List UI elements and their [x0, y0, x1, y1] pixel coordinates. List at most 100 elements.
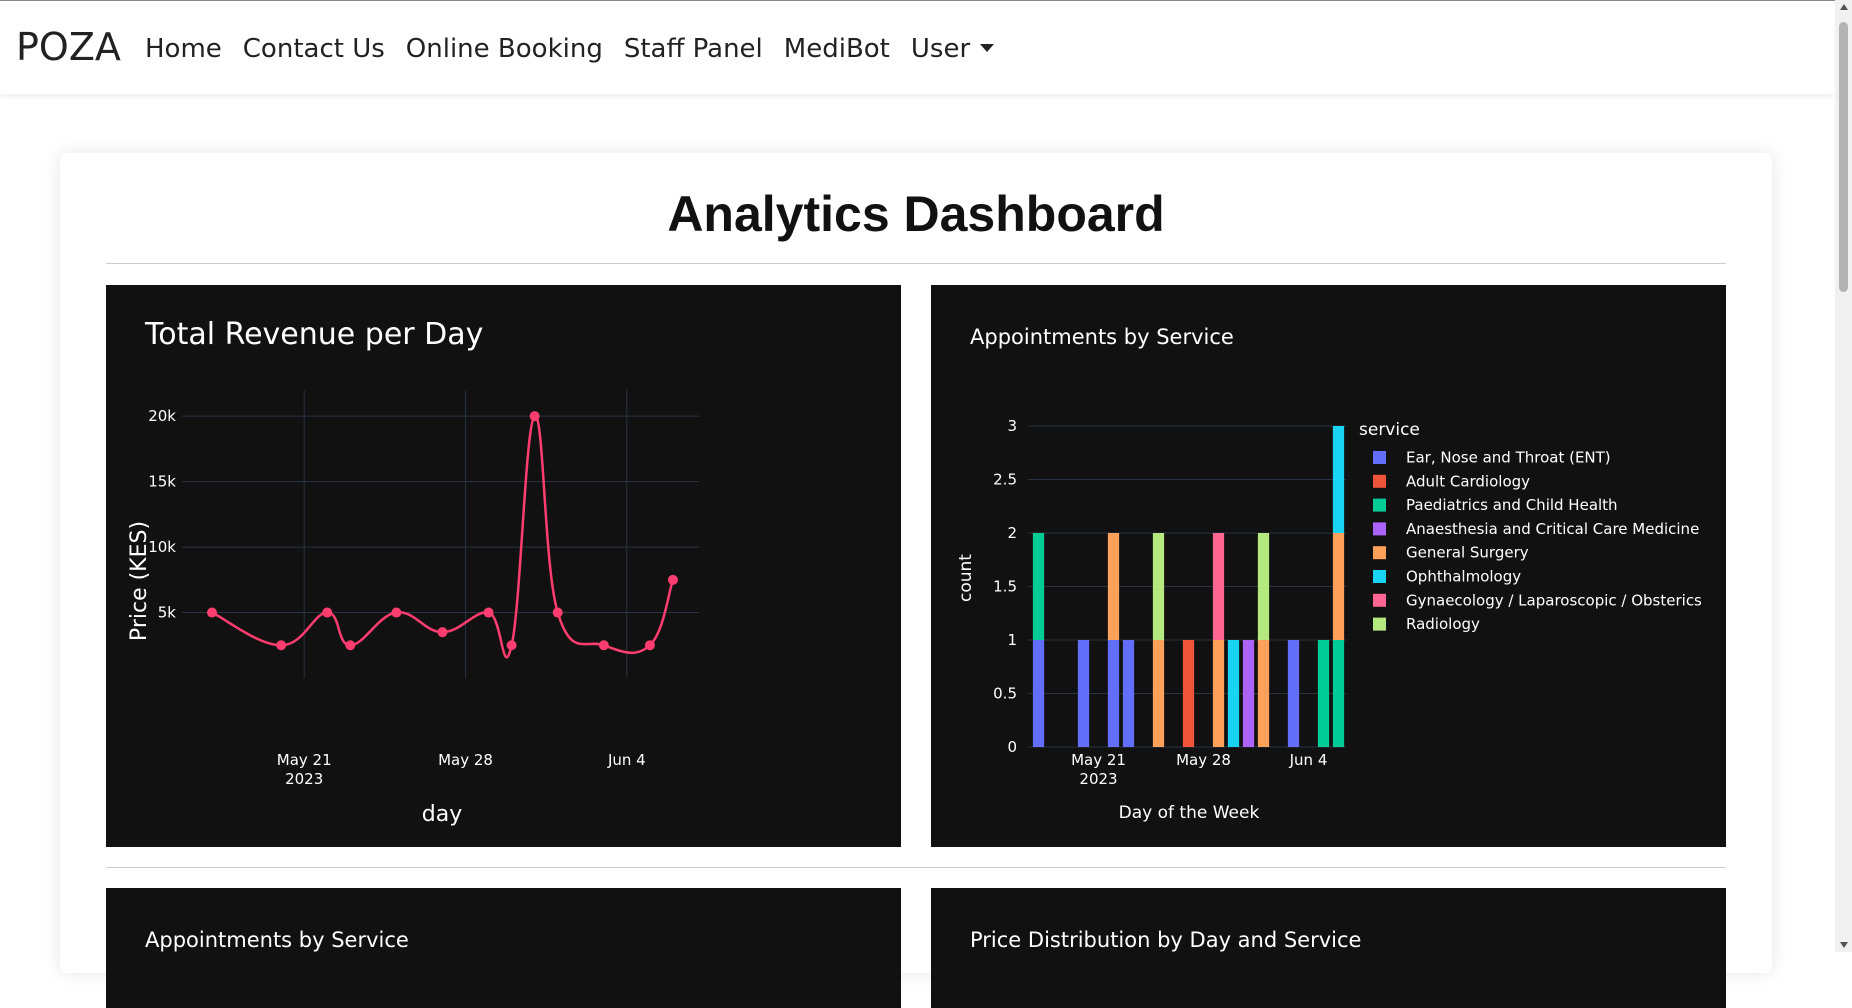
- revenue-data-point: [207, 607, 217, 618]
- page-scrollbar[interactable]: [1835, 0, 1852, 952]
- appointments-bar: [1032, 640, 1045, 747]
- revenue-data-point: [552, 607, 563, 618]
- legend-swatch: [1373, 546, 1386, 560]
- revenue-chart-panel: Total Revenue per Day 5k 10k 15k 20k May 21…: [106, 285, 901, 847]
- legend-entry: Gynaecology / Laparoscopic / Obsterics: [1406, 591, 1702, 609]
- appointments-bar: [1287, 640, 1300, 747]
- legend-swatch: [1373, 451, 1386, 464]
- revenue-data-point: [322, 607, 333, 618]
- appointments-y-tick-label: 2.5: [993, 471, 1017, 489]
- appointments-y-tick-label: 1.5: [993, 578, 1017, 596]
- appointments-bar: [1152, 533, 1165, 640]
- appointments-chart-panel-2: Appointments by Service: [106, 888, 901, 1008]
- appointments-x-tick-label: May 28: [1176, 751, 1231, 769]
- brand-logo[interactable]: POZA: [16, 25, 121, 69]
- nav-link-home[interactable]: Home: [145, 34, 222, 64]
- revenue-y-tick-label: 10k: [148, 538, 176, 556]
- revenue-line: [211, 414, 675, 659]
- appointments-y-tick-label: 1: [1007, 631, 1017, 649]
- revenue-data-point: [598, 640, 609, 651]
- page-title: Analytics Dashboard: [667, 186, 1165, 242]
- legend-swatch: [1373, 522, 1386, 536]
- legend-swatch: [1373, 593, 1386, 607]
- appointments-bar: [1257, 640, 1270, 747]
- nav-link-medibot[interactable]: MediBot: [784, 34, 890, 64]
- revenue-x-tick-label: Jun 4: [607, 751, 646, 769]
- revenue-y-tick-label: 15k: [148, 473, 176, 491]
- legend-swatch: [1373, 570, 1386, 583]
- appointments-bar: [1227, 640, 1240, 747]
- user-dropdown[interactable]: User: [910, 34, 995, 64]
- nav-links: Home Contact Us Online Booking Staff Pan…: [145, 34, 1015, 64]
- revenue-y-axis-label: Price (KES): [127, 521, 152, 641]
- appointments-x-tick-sublabel: 2023: [1079, 770, 1117, 788]
- appointments-y-tick-label: 3: [1007, 417, 1017, 435]
- scroll-up-arrow-icon[interactable]: [1839, 4, 1848, 10]
- revenue-data-point: [529, 411, 540, 422]
- revenue-data-point: [667, 574, 678, 585]
- appointments-y-tick-label: 0: [1007, 738, 1017, 756]
- revenue-x-tick-label: May 21: [277, 751, 332, 769]
- legend-entry: Anaesthesia and Critical Care Medicine: [1406, 520, 1699, 538]
- appointments-y-tick-label: 2: [1007, 524, 1017, 542]
- appointments-bar: [1257, 533, 1270, 640]
- appointments-bar: [1077, 640, 1090, 747]
- revenue-y-tick-label: 5k: [158, 604, 177, 622]
- price-distribution-chart-panel: Price Distribution by Day and Service: [931, 888, 1726, 1008]
- legend-title: service: [1359, 420, 1420, 440]
- legend-entry: General Surgery: [1406, 544, 1529, 562]
- legend-entry: Ear, Nose and Throat (ENT): [1406, 449, 1611, 467]
- appointments-bar: [1212, 533, 1225, 640]
- legend-swatch: [1373, 474, 1386, 488]
- revenue-data-point: [437, 627, 448, 638]
- price-distribution-chart-title: Price Distribution by Day and Service: [970, 928, 1362, 952]
- appointments-bar: [1332, 533, 1345, 640]
- appointments-chart[interactable]: 0 0.5 1 1.5 2 2.5 3 May 212023 May 28 Jun 4 serv…: [931, 285, 1726, 847]
- appointments-bar: [1182, 640, 1195, 747]
- section-divider: [106, 867, 1726, 868]
- dashboard-card: Analytics Dashboard Total Revenue per Da…: [60, 153, 1772, 1008]
- caret-down-icon: [980, 43, 995, 52]
- appointments-y-axis-label: count: [956, 554, 976, 602]
- appointments-x-tick-label: May 21: [1071, 751, 1126, 769]
- appointments-bar: [1242, 640, 1255, 747]
- revenue-data-point: [276, 640, 287, 651]
- nav-link-contact-us[interactable]: Contact Us: [243, 34, 385, 64]
- revenue-data-point: [506, 640, 517, 651]
- legend-entry: Radiology: [1406, 615, 1480, 633]
- appointments-bar: [1122, 640, 1135, 747]
- revenue-chart[interactable]: 5k 10k 15k 20k May 212023 May 28 Jun 4 day Pr…: [106, 285, 901, 847]
- revenue-y-tick-label: 20k: [148, 407, 176, 425]
- nav-link-online-booking[interactable]: Online Booking: [406, 34, 603, 64]
- appointments-chart-2-title: Appointments by Service: [145, 928, 409, 952]
- scrollbar-thumb[interactable]: [1839, 22, 1848, 292]
- nav-link-staff-panel[interactable]: Staff Panel: [624, 34, 763, 64]
- appointments-bar: [1152, 640, 1165, 747]
- revenue-data-point: [391, 607, 402, 618]
- revenue-x-tick-sublabel: 2023: [285, 770, 323, 788]
- appointments-x-tick-label: Jun 4: [1289, 751, 1328, 769]
- scroll-down-arrow-icon[interactable]: [1839, 942, 1848, 948]
- revenue-data-point: [483, 607, 494, 618]
- appointments-bar: [1332, 640, 1345, 747]
- revenue-data-point: [345, 640, 356, 651]
- appointments-chart-panel: Appointments by Service 0 0.5 1 1.5 2 2.5 3 Ma…: [931, 285, 1726, 847]
- legend-entry: Adult Cardiology: [1406, 472, 1530, 490]
- title-divider: [106, 263, 1726, 264]
- legend-entry: Ophthalmology: [1406, 568, 1521, 586]
- appointments-bar: [1212, 640, 1225, 747]
- legend-entry: Paediatrics and Child Health: [1406, 496, 1618, 514]
- user-dropdown-label: User: [910, 34, 971, 64]
- appointments-bar: [1032, 533, 1045, 640]
- appointments-bar: [1332, 426, 1345, 533]
- appointments-bar: [1317, 640, 1330, 747]
- revenue-x-tick-label: May 28: [438, 751, 493, 769]
- revenue-x-axis-label: day: [422, 802, 462, 827]
- revenue-data-point: [644, 640, 655, 651]
- appointments-y-tick-label: 0.5: [993, 685, 1017, 703]
- appointments-bar: [1107, 640, 1120, 747]
- navbar: POZA Home Contact Us Online Booking Staf…: [0, 0, 1835, 94]
- legend-swatch: [1373, 498, 1386, 512]
- appointments-bar: [1107, 533, 1120, 640]
- legend-swatch: [1373, 617, 1386, 631]
